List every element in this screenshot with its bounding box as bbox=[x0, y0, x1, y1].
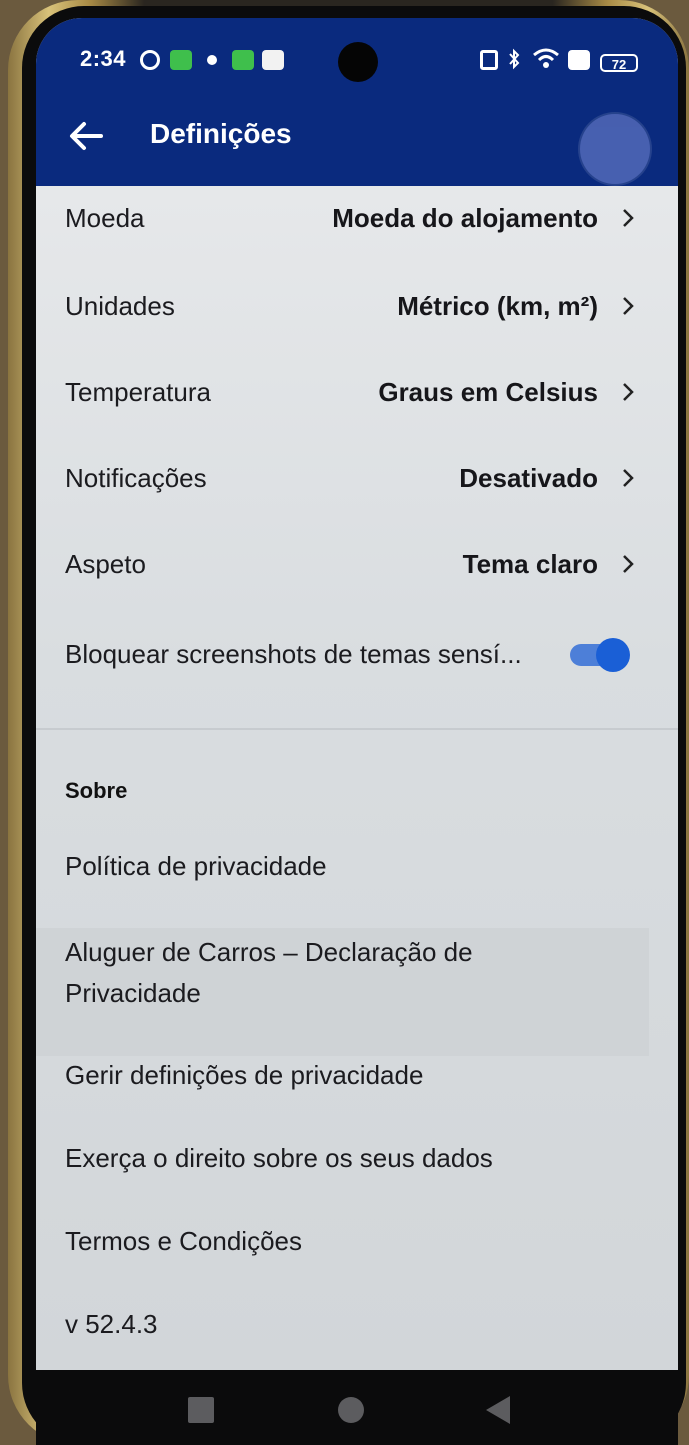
setting-label: Aspeto bbox=[65, 548, 146, 579]
car-rental-privacy-link[interactable]: Aluguer de Carros – Declaração de Privac… bbox=[36, 928, 649, 1056]
manage-privacy-settings-link[interactable]: Gerir definições de privacidade bbox=[65, 1055, 423, 1096]
divider bbox=[36, 728, 678, 730]
front-camera bbox=[338, 42, 378, 82]
setting-row-units[interactable]: Unidades Métrico (km, m²) bbox=[36, 286, 678, 326]
setting-value: Graus em Celsius bbox=[378, 376, 598, 407]
setting-label: Unidades bbox=[65, 290, 175, 321]
status-bar: 2:34 72 bbox=[36, 42, 678, 82]
terms-and-conditions-link[interactable]: Termos e Condições bbox=[65, 1221, 302, 1262]
sim-icon bbox=[568, 50, 590, 70]
wifi-icon bbox=[532, 47, 560, 69]
nfc-icon bbox=[480, 50, 498, 70]
setting-label: Bloquear screenshots de temas sensí... bbox=[65, 638, 522, 669]
setting-row-block-screenshots: Bloquear screenshots de temas sensí... bbox=[36, 634, 678, 674]
setting-row-appearance[interactable]: Aspeto Tema claro bbox=[36, 544, 678, 584]
link-line-1: Aluguer de Carros – Declaração de bbox=[65, 937, 473, 967]
back-triangle-icon[interactable] bbox=[484, 1394, 512, 1426]
link-line-2: Privacidade bbox=[65, 978, 201, 1008]
block-screenshots-toggle[interactable] bbox=[570, 638, 630, 672]
setting-value: Métrico (km, m²) bbox=[397, 290, 598, 321]
chevron-right-icon bbox=[623, 297, 634, 315]
setting-value: Tema claro bbox=[462, 548, 598, 579]
page-title: Definições bbox=[150, 118, 292, 149]
setting-row-temperature[interactable]: Temperatura Graus em Celsius bbox=[36, 372, 678, 412]
setting-label: Temperatura bbox=[65, 376, 211, 407]
section-heading-about: Sobre bbox=[65, 778, 128, 803]
chevron-right-icon bbox=[623, 469, 634, 487]
chevron-right-icon bbox=[623, 383, 634, 401]
screen: 2:34 72 Definições Moeda Moeda do alojam… bbox=[36, 18, 678, 1370]
app-bar: 2:34 72 Definições bbox=[36, 18, 678, 186]
chevron-right-icon bbox=[623, 209, 634, 227]
message-status-icon bbox=[262, 50, 284, 70]
setting-row-currency[interactable]: Moeda Moeda do alojamento bbox=[36, 198, 678, 238]
privacy-policy-link[interactable]: Política de privacidade bbox=[65, 846, 327, 887]
battery-icon: 72 bbox=[600, 54, 638, 72]
back-button[interactable] bbox=[64, 116, 108, 156]
home-button[interactable] bbox=[338, 1397, 364, 1423]
data-rights-link[interactable]: Exerça o direito sobre os seus dados bbox=[65, 1138, 493, 1179]
bug-status-icon bbox=[207, 55, 217, 65]
app-notification-icon-2 bbox=[232, 50, 254, 70]
app-version: v 52.4.3 bbox=[65, 1309, 158, 1339]
setting-label: Notificações bbox=[65, 462, 207, 493]
app-notification-icon bbox=[170, 50, 192, 70]
arrow-left-icon bbox=[70, 122, 103, 150]
settings-status-icon bbox=[140, 50, 160, 70]
setting-label: Moeda bbox=[65, 202, 145, 233]
setting-value: Moeda do alojamento bbox=[332, 202, 598, 233]
settings-list: Moeda Moeda do alojamento Unidades Métri… bbox=[36, 186, 678, 1370]
setting-value: Desativado bbox=[459, 462, 598, 493]
system-nav-bar bbox=[36, 1370, 678, 1445]
chevron-right-icon bbox=[623, 555, 634, 573]
touch-indicator bbox=[580, 114, 650, 184]
bluetooth-icon bbox=[508, 48, 520, 70]
status-time: 2:34 bbox=[80, 46, 127, 71]
recent-apps-button[interactable] bbox=[188, 1397, 214, 1423]
setting-row-notifications[interactable]: Notificações Desativado bbox=[36, 458, 678, 498]
toggle-knob bbox=[596, 638, 630, 672]
